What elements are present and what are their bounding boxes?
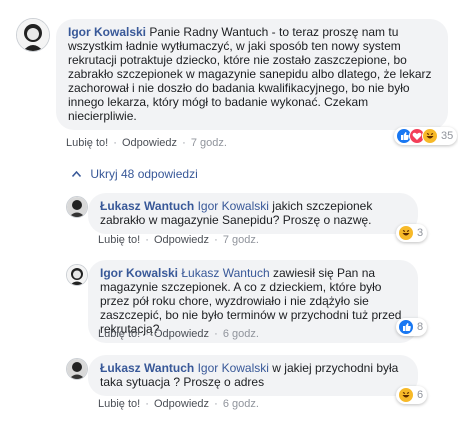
separator-dot: · bbox=[214, 234, 218, 246]
separator-dot: · bbox=[182, 137, 186, 149]
reply-author[interactable]: Łukasz Wantuch bbox=[100, 361, 194, 375]
hide-replies-toggle[interactable]: Ukryj 48 odpowiedzi bbox=[71, 166, 198, 181]
chevron-up-icon bbox=[71, 166, 82, 180]
like-link[interactable]: Lubię to! bbox=[98, 398, 140, 410]
reaction-count: 3 bbox=[417, 227, 424, 239]
reply-link[interactable]: Odpowiedz bbox=[122, 137, 177, 149]
like-link[interactable]: Lubię to! bbox=[98, 328, 140, 340]
separator-dot: · bbox=[145, 328, 149, 340]
reply-actions: Lubię to! · Odpowiedz · 6 godz. bbox=[98, 398, 259, 410]
hide-replies-label: Ukryj 48 odpowiedzi bbox=[90, 167, 198, 181]
comment-bubble: Igor Kowalski Panie Radny Wantuch - to t… bbox=[56, 19, 448, 130]
comment-actions: Lubię to! · Odpowiedz · 7 godz. bbox=[66, 137, 227, 149]
separator-dot: · bbox=[214, 398, 218, 410]
avatar[interactable] bbox=[16, 18, 50, 52]
avatar[interactable] bbox=[66, 196, 88, 218]
reply-bubble: Łukasz Wantuch Igor Kowalski jakich szcz… bbox=[88, 193, 418, 234]
reply-author[interactable]: Igor Kowalski bbox=[100, 266, 178, 280]
reply-author[interactable]: Łukasz Wantuch bbox=[100, 199, 194, 213]
like-link[interactable]: Lubię to! bbox=[66, 137, 108, 149]
separator-dot: · bbox=[113, 137, 117, 149]
separator-dot: · bbox=[145, 234, 149, 246]
separator-dot: · bbox=[214, 328, 218, 340]
comment-text: Panie Radny Wantuch - to teraz proszę na… bbox=[68, 25, 432, 123]
reaction-count: 8 bbox=[417, 321, 424, 333]
avatar-lukasz-icon bbox=[67, 197, 87, 217]
reply-mention[interactable]: Igor Kowalski bbox=[198, 199, 269, 213]
reply-time[interactable]: 6 godz. bbox=[223, 398, 259, 410]
avatar-igor-icon bbox=[17, 19, 49, 51]
reply-link[interactable]: Odpowiedz bbox=[154, 234, 209, 246]
reply-mention[interactable]: Igor Kowalski bbox=[198, 361, 269, 375]
like-link[interactable]: Lubię to! bbox=[98, 234, 140, 246]
reaction-count: 6 bbox=[417, 389, 424, 401]
comment-author[interactable]: Igor Kowalski bbox=[68, 25, 146, 39]
haha-icon bbox=[422, 128, 438, 144]
avatar[interactable] bbox=[66, 264, 88, 286]
reply-actions: Lubię to! · Odpowiedz · 7 godz. bbox=[98, 234, 259, 246]
like-icon bbox=[398, 319, 414, 335]
reply-actions: Lubię to! · Odpowiedz · 6 godz. bbox=[98, 328, 259, 340]
haha-icon bbox=[398, 387, 414, 403]
reactions-summary[interactable]: 3 bbox=[396, 224, 428, 242]
reactions-summary[interactable]: 6 bbox=[396, 386, 428, 404]
comment-time[interactable]: 7 godz. bbox=[191, 137, 227, 149]
reply-mention[interactable]: Łukasz Wantuch bbox=[181, 266, 269, 280]
reactions-summary[interactable]: 35 bbox=[394, 127, 458, 145]
reaction-count: 35 bbox=[441, 130, 454, 142]
avatar-lukasz-icon bbox=[67, 359, 87, 379]
reply-link[interactable]: Odpowiedz bbox=[154, 398, 209, 410]
separator-dot: · bbox=[145, 398, 149, 410]
avatar[interactable] bbox=[66, 358, 88, 380]
reply-bubble: Łukasz Wantuch Igor Kowalski w jakiej pr… bbox=[88, 355, 418, 396]
haha-icon bbox=[398, 225, 414, 241]
reply-time[interactable]: 6 godz. bbox=[223, 328, 259, 340]
reply-time[interactable]: 7 godz. bbox=[223, 234, 259, 246]
reply-link[interactable]: Odpowiedz bbox=[154, 328, 209, 340]
reactions-summary[interactable]: 8 bbox=[396, 318, 428, 336]
avatar-igor-icon bbox=[67, 265, 87, 285]
